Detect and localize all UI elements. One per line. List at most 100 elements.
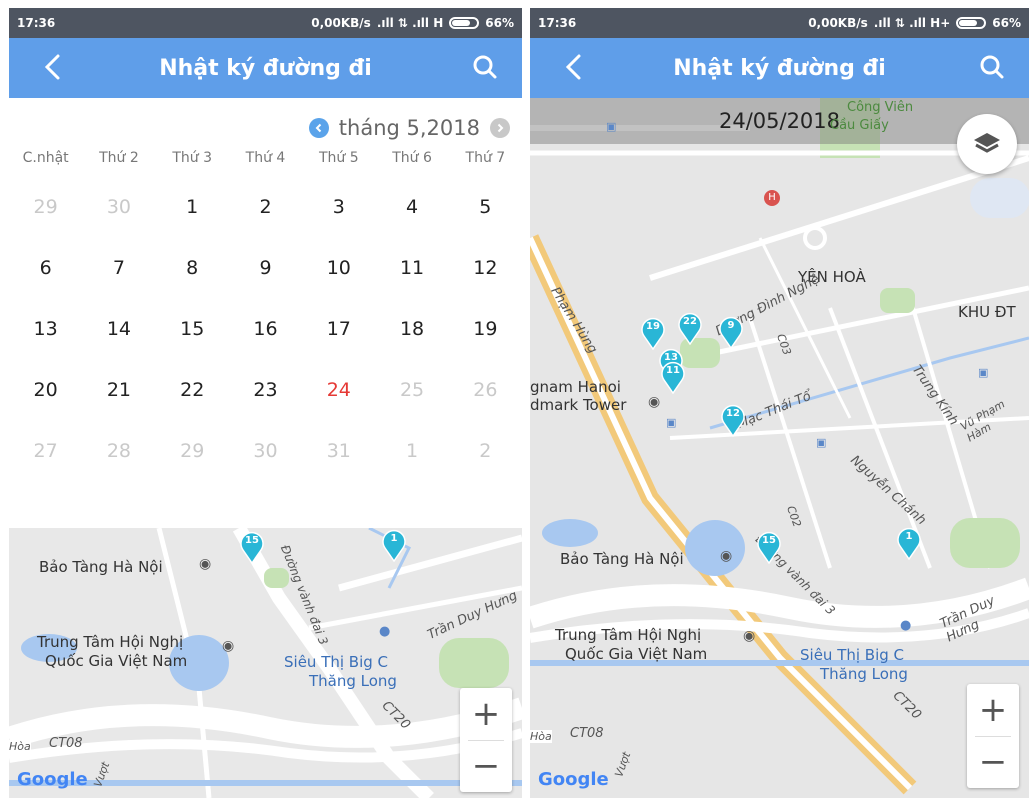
shop-icon: ● <box>900 618 912 633</box>
battery-percent: 66% <box>485 16 514 30</box>
map-label: Quốc Gia Việt Nam <box>45 652 188 670</box>
calendar-day[interactable]: 17 <box>302 308 375 369</box>
network-speed: 0,00KB/s <box>808 16 868 30</box>
calendar-day[interactable]: 15 <box>156 308 229 369</box>
calendar-day[interactable]: 12 <box>449 247 522 308</box>
calendar-day[interactable]: 20 <box>9 369 82 430</box>
calendar-day[interactable]: 6 <box>9 247 82 308</box>
calendar-day[interactable]: 27 <box>9 430 82 491</box>
google-logo-text: Google <box>17 769 88 790</box>
route-pin[interactable]: 12 <box>720 403 746 438</box>
route-pin[interactable]: 22 <box>677 311 703 346</box>
calendar-day[interactable]: 5 <box>449 186 522 247</box>
google-logo-text: Google <box>538 769 609 790</box>
search-icon[interactable] <box>470 52 500 82</box>
calendar-day[interactable]: 3 <box>302 186 375 247</box>
calendar-day[interactable]: 26 <box>449 369 522 430</box>
map-label: Quốc Gia Việt Nam <box>565 645 708 663</box>
date-banner: 24/05/2018 <box>530 98 1029 144</box>
calendar-day[interactable]: 14 <box>82 308 155 369</box>
search-icon[interactable] <box>977 52 1007 82</box>
next-month-button[interactable] <box>490 118 510 138</box>
route-pin[interactable]: 19 <box>640 316 666 351</box>
calendar-day[interactable]: 30 <box>82 186 155 247</box>
map-view[interactable]: 24/05/2018 Công Viên Cầu Giấy H ▣ YÊN HO… <box>530 98 1029 798</box>
calendar-day[interactable]: 1 <box>375 430 448 491</box>
pin-number: 12 <box>726 408 740 419</box>
calendar-day[interactable]: 4 <box>375 186 448 247</box>
calendar-day[interactable]: 29 <box>9 186 82 247</box>
calendar-day[interactable]: 21 <box>82 369 155 430</box>
bus-stop-icon: ▣ <box>816 436 827 449</box>
calendar-day[interactable]: 8 <box>156 247 229 308</box>
calendar-day[interactable]: 7 <box>82 247 155 308</box>
calendar-day[interactable]: 2 <box>449 430 522 491</box>
route-pin[interactable]: 15 <box>239 530 265 565</box>
calendar-day[interactable]: 29 <box>156 430 229 491</box>
zoom-out-button[interactable]: − <box>967 736 1019 788</box>
map-label: Công Viên <box>847 100 914 115</box>
calendar-day[interactable]: 25 <box>375 369 448 430</box>
map-label: dmark Tower <box>530 396 627 414</box>
zoom-out-button[interactable]: − <box>460 740 512 792</box>
prev-month-button[interactable] <box>308 118 329 138</box>
battery-icon <box>449 17 480 29</box>
signal-icon: .ıll ⇅ .ıll H <box>376 16 444 30</box>
calendar-day[interactable]: 19 <box>449 308 522 369</box>
zoom-in-button[interactable]: + <box>967 684 1019 736</box>
selected-date: 24/05/2018 <box>718 109 841 133</box>
route-pin[interactable]: 15 <box>756 530 782 565</box>
calendar-day[interactable]: 11 <box>375 247 448 308</box>
battery-percent: 66% <box>992 16 1021 30</box>
divider <box>975 736 1011 737</box>
zoom-in-button[interactable]: + <box>460 688 512 740</box>
calendar-day[interactable]: 18 <box>375 308 448 369</box>
map-view[interactable]: Bảo Tàng Hà Nội ◉ Trung Tâm Hội Nghị Quố… <box>9 528 522 798</box>
calendar-day[interactable]: 30 <box>229 430 302 491</box>
month-label: tháng 5,2018 <box>338 116 480 140</box>
map-label: Bảo Tàng Hà Nội <box>39 558 163 576</box>
chevron-left-icon[interactable] <box>39 52 69 82</box>
calendar-day-selected[interactable]: 24 <box>302 369 375 430</box>
chevron-left-icon <box>315 123 321 133</box>
weekday-row: C.nhật Thứ 2 Thứ 3 Thứ 4 Thứ 5 Thứ 6 Thứ 7 <box>9 150 522 166</box>
layers-button[interactable] <box>957 114 1017 174</box>
route-pin[interactable]: 11 <box>660 360 686 395</box>
route-pin[interactable]: 1 <box>896 526 922 561</box>
calendar-day[interactable]: 1 <box>156 186 229 247</box>
route-pin[interactable]: 9 <box>718 315 744 350</box>
calendar-day[interactable]: 31 <box>302 430 375 491</box>
calendar-day[interactable]: 10 <box>302 247 375 308</box>
map-label: Cầu Giấy <box>830 118 889 133</box>
pin-number: 22 <box>683 316 697 327</box>
calendar-day[interactable]: 28 <box>82 430 155 491</box>
calendar-day[interactable]: 23 <box>229 369 302 430</box>
map-label: Trung Tâm Hội Nghị <box>37 633 184 651</box>
map-roads <box>530 98 1029 798</box>
road-label: CT08 <box>49 736 83 751</box>
calendar-day[interactable]: 22 <box>156 369 229 430</box>
day-grid: 29 30 1 2 3 4 5 6 7 8 9 10 11 12 13 14 15 16 17 18 19 20 21 22 2… <box>9 186 522 491</box>
place-icon: ◉ <box>222 638 235 654</box>
zoom-control: + − <box>967 684 1019 788</box>
weekday-label: Thứ 4 <box>245 150 286 166</box>
map-label: Trung Tâm Hội Nghị <box>555 626 702 644</box>
calendar-day[interactable]: 13 <box>9 308 82 369</box>
page-title: Nhật ký đường đi <box>673 55 886 81</box>
google-logo: Google <box>17 769 88 790</box>
map-label: Bảo Tàng Hà Nội <box>560 550 684 568</box>
map-label: gnam Hanoi <box>530 378 621 396</box>
pin-number: 1 <box>390 533 398 544</box>
calendar-day[interactable]: 9 <box>229 247 302 308</box>
museum-icon: ◉ <box>199 556 212 572</box>
weekday-label: Thứ 5 <box>318 150 359 166</box>
google-logo: Google <box>538 769 609 790</box>
road-label: CT08 <box>570 726 604 741</box>
chevron-left-icon[interactable] <box>560 52 590 82</box>
route-pin[interactable]: 1 <box>381 528 407 563</box>
road-label: Hòa <box>530 730 552 743</box>
calendar-day[interactable]: 16 <box>229 308 302 369</box>
calendar-day[interactable]: 2 <box>229 186 302 247</box>
calendar-header: tháng 5,2018 <box>308 116 510 140</box>
weekday-label: Thứ 3 <box>172 150 213 166</box>
